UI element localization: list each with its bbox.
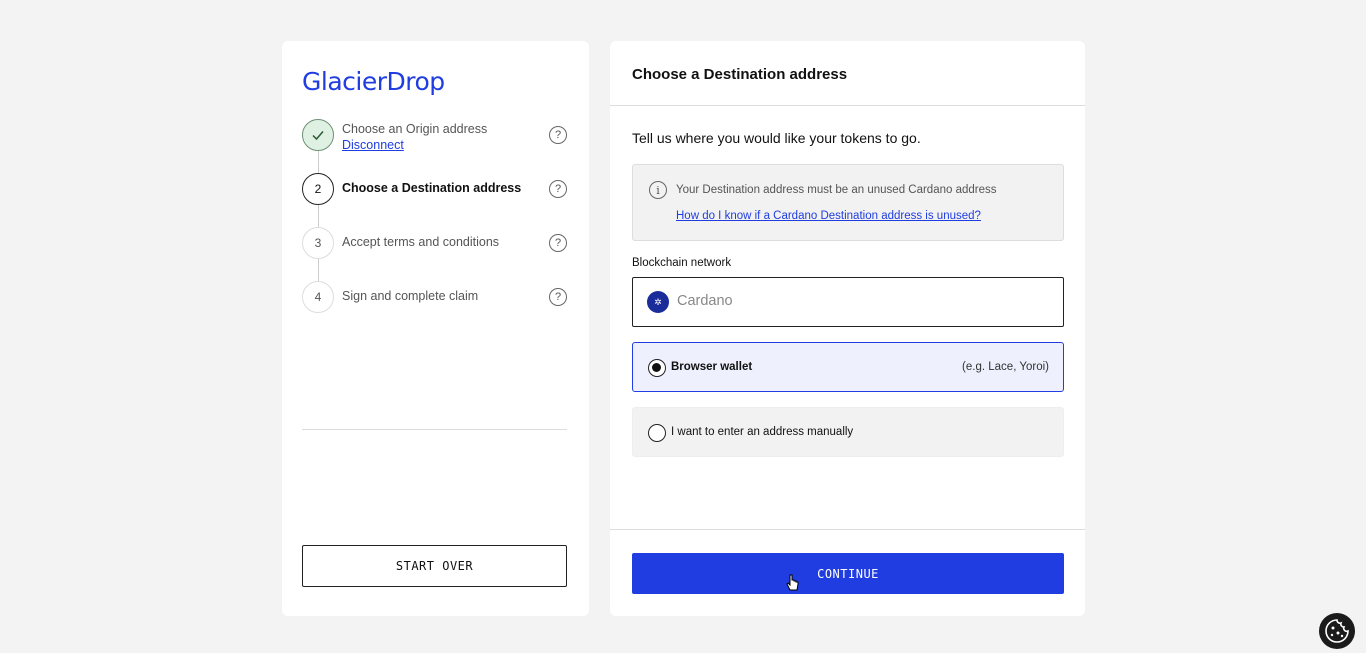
steps-panel: GlacierDrop Choose an Origin address Dis… [282, 41, 589, 616]
destination-panel: Choose a Destination address Tell us whe… [610, 41, 1085, 616]
network-select[interactable]: ✲ Cardano [632, 277, 1064, 327]
step-destination: 2 Choose a Destination address ? [302, 173, 567, 205]
step-number: 3 [302, 227, 334, 259]
option-label: Browser wallet [671, 361, 753, 373]
step-number: 4 [302, 281, 334, 313]
cardano-icon: ✲ [647, 291, 669, 313]
step-terms: 3 Accept terms and conditions ? [302, 227, 567, 259]
start-over-button[interactable]: START OVER [302, 545, 567, 587]
divider [302, 429, 567, 430]
option-browser-wallet[interactable]: Browser wallet (e.g. Lace, Yoroi) [632, 342, 1064, 392]
option-manual-address[interactable]: I want to enter an address manually [632, 407, 1064, 457]
cookie-settings-icon[interactable] [1319, 613, 1355, 649]
continue-button[interactable]: CONTINUE [632, 553, 1064, 594]
option-label: I want to enter an address manually [671, 426, 854, 438]
intro-text: Tell us where you would like your tokens… [632, 130, 921, 146]
info-text: Your Destination address must be an unus… [676, 184, 997, 196]
step-label: Sign and complete claim [342, 289, 479, 303]
divider [610, 529, 1085, 530]
divider [610, 105, 1085, 106]
option-hint: (e.g. Lace, Yoroi) [962, 361, 1049, 373]
info-notice: i Your Destination address must be an un… [632, 164, 1064, 241]
network-value: Cardano [677, 293, 733, 309]
help-icon[interactable]: ? [549, 126, 567, 144]
step-sign: 4 Sign and complete claim ? [302, 281, 567, 313]
step-origin: Choose an Origin address Disconnect ? [302, 119, 567, 153]
step-label: Accept terms and conditions [342, 235, 500, 249]
disconnect-link[interactable]: Disconnect [342, 137, 487, 153]
radio-selected-icon[interactable] [648, 359, 666, 377]
unused-address-help-link[interactable]: How do I know if a Cardano Destination a… [676, 210, 981, 222]
step-complete-check-icon [302, 119, 334, 151]
hand-cursor-icon [786, 574, 799, 591]
network-label: Blockchain network [632, 257, 732, 269]
help-icon[interactable]: ? [549, 288, 567, 306]
step-label: Choose a Destination address [342, 181, 522, 195]
step-origin-label: Choose an Origin address [342, 122, 488, 136]
glacierdrop-logo: GlacierDrop [302, 67, 445, 96]
help-icon[interactable]: ? [549, 234, 567, 252]
step-connector [318, 151, 319, 173]
step-label: Choose an Origin address Disconnect [342, 121, 487, 153]
help-icon[interactable]: ? [549, 180, 567, 198]
radio-unselected-icon[interactable] [648, 424, 666, 442]
step-connector [318, 259, 319, 281]
step-number: 2 [302, 173, 334, 205]
step-connector [318, 205, 319, 227]
info-icon: i [649, 181, 667, 199]
page-title: Choose a Destination address [632, 66, 848, 83]
